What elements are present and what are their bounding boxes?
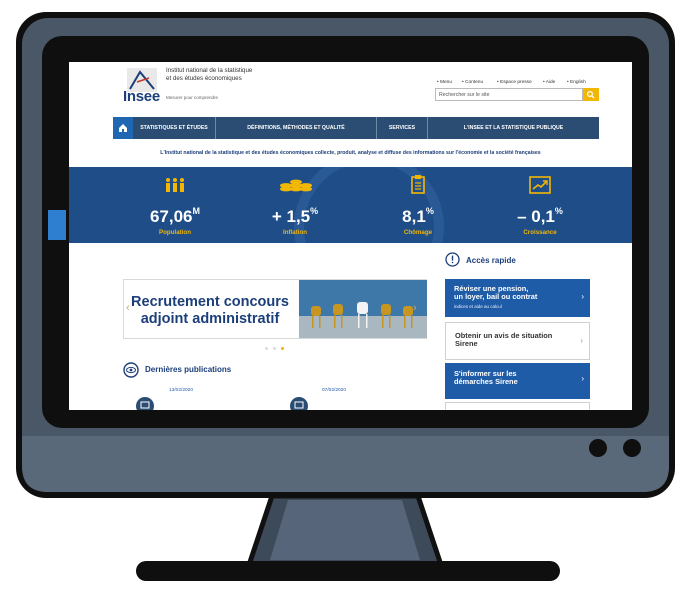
nav-home-button[interactable] — [113, 117, 133, 139]
stat-value-population: 67,06M — [149, 206, 201, 226]
chevron-right-icon: › — [581, 374, 584, 383]
quick-access-card-pension[interactable]: Réviser une pension, un loyer, bail ou c… — [445, 279, 590, 317]
monitor-chin — [22, 436, 669, 492]
main-nav: STATISTIQUES ET ÉTUDES DÉFINITIONS, MÉTH… — [113, 117, 599, 139]
publication-icon — [290, 397, 308, 410]
quick-access-card-title-line2: démarches Sirene — [454, 377, 518, 386]
top-link-menu[interactable]: • Menu — [437, 80, 452, 85]
top-link-english[interactable]: • English — [567, 80, 586, 85]
quick-access-card-title-line2: Sirene — [455, 339, 478, 348]
stat-label-inflation[interactable]: Inflation — [235, 229, 355, 236]
carousel-headline-line1: Recrutement concours — [131, 294, 289, 310]
org-name-line2: et des études économiques — [166, 75, 242, 82]
news-carousel[interactable]: Recrutement concours adjoint administrat… — [123, 279, 427, 339]
quick-access-title: Accès rapide — [466, 256, 516, 265]
monitor-base — [136, 561, 560, 581]
clipboard-icon — [411, 175, 425, 194]
publication-date: 07/02/2020 — [322, 388, 347, 393]
top-link-espace-presse[interactable]: • Espace presse — [497, 80, 532, 85]
power-button-left[interactable] — [589, 439, 607, 457]
carousel-dot-3-active[interactable] — [281, 347, 284, 350]
nav-services[interactable]: SERVICES — [377, 117, 427, 139]
stat-value-croissance: – 0,1% — [517, 206, 563, 226]
top-link-contenu[interactable]: • Contenu — [462, 80, 483, 85]
chevron-right-icon: › — [581, 292, 584, 301]
quick-access-card-next[interactable] — [445, 402, 590, 410]
stat-label-population[interactable]: Population — [115, 229, 235, 236]
side-light — [48, 210, 66, 240]
intro-text: L'Institut national de la statistique et… — [160, 150, 541, 156]
carousel-dot-2[interactable] — [273, 347, 276, 350]
eye-icon — [123, 362, 139, 378]
people-icon — [166, 178, 184, 192]
coins-icon — [280, 179, 312, 192]
nav-definitions-methodes[interactable]: DÉFINITIONS, MÉTHODES ET QUALITÉ — [216, 117, 376, 139]
stat-label-croissance[interactable]: Croissance — [480, 229, 600, 236]
logo-wordmark[interactable]: Insee — [123, 88, 160, 105]
home-icon — [119, 124, 127, 132]
info-icon — [445, 252, 460, 267]
tagline: Mesurer pour comprendre — [166, 95, 219, 100]
nav-statistiques-etudes[interactable]: STATISTIQUES ET ÉTUDES — [133, 117, 215, 139]
carousel-next-icon[interactable]: › — [413, 302, 417, 314]
quick-access-card-sirene-avis[interactable]: Obtenir un avis de situation Sirene › — [445, 322, 590, 360]
carousel-headline-line2: adjoint administratif — [140, 311, 280, 327]
stat-label-chomage[interactable]: Chômage — [358, 229, 478, 236]
search-icon — [586, 90, 595, 99]
stat-value-inflation: + 1,5% — [271, 206, 319, 226]
top-link-aide[interactable]: • Aide — [543, 80, 555, 85]
power-button-right[interactable] — [623, 439, 641, 457]
carousel-prev-icon[interactable]: ‹ — [126, 302, 130, 314]
nav-insee-statistique-publique[interactable]: L'INSEE ET LA STATISTIQUE PUBLIQUE — [428, 117, 599, 139]
carousel-dot-1[interactable] — [265, 347, 268, 350]
growth-chart-icon — [529, 176, 551, 194]
org-name-line1: Institut national de la statistique — [166, 67, 253, 74]
quick-access-card-demarches-sirene[interactable]: S'informer sur les démarches Sirene › — [445, 363, 590, 399]
publication-date: 13/02/2020 — [169, 388, 194, 393]
publication-icon — [136, 397, 154, 410]
chevron-right-icon: › — [580, 336, 583, 345]
quick-access-card-title-line2: un loyer, bail ou contrat — [454, 292, 538, 301]
key-figures-band: 67,06M Population + 1,5% Inflation 8,1% … — [69, 167, 632, 243]
search-button[interactable] — [583, 88, 599, 101]
search-input[interactable]: Rechercher sur le site — [435, 88, 583, 101]
carousel-chairs-image — [299, 280, 427, 338]
screen: Institut national de la statistique et d… — [69, 62, 632, 410]
latest-publications-title: Dernières publications — [145, 365, 232, 374]
quick-access-card-subtitle: indices et aide au calcul — [454, 304, 502, 309]
stand-highlight — [270, 500, 420, 560]
stat-value-chomage: 8,1% — [402, 206, 434, 226]
